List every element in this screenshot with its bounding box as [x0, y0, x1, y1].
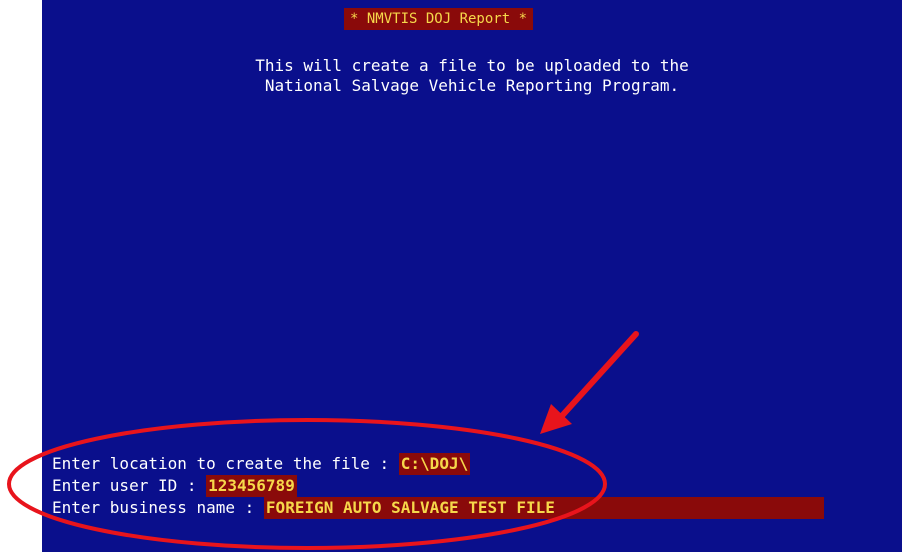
- business-name-label: Enter business name :: [52, 498, 264, 517]
- intro-line-2: National Salvage Vehicle Reporting Progr…: [264, 76, 680, 95]
- user-id-label: Enter user ID :: [52, 476, 207, 495]
- intro-line-1: This will create a file to be uploaded t…: [255, 56, 689, 75]
- business-name-prompt-row: Enter business name : FOREIGN AUTO SALVA…: [52, 497, 824, 519]
- report-title: * NMVTIS DOJ Report *: [344, 8, 534, 30]
- user-id-prompt-row: Enter user ID : 123456789: [52, 475, 297, 497]
- location-input[interactable]: C:\DOJ\: [398, 453, 471, 475]
- terminal-screen: * NMVTIS DOJ Report * This will create a…: [42, 0, 902, 552]
- location-label: Enter location to create the file :: [52, 454, 399, 473]
- business-name-input[interactable]: FOREIGN AUTO SALVAGE TEST FILE: [263, 497, 824, 519]
- user-id-input[interactable]: 123456789: [206, 475, 297, 497]
- location-prompt-row: Enter location to create the file : C:\D…: [52, 453, 471, 475]
